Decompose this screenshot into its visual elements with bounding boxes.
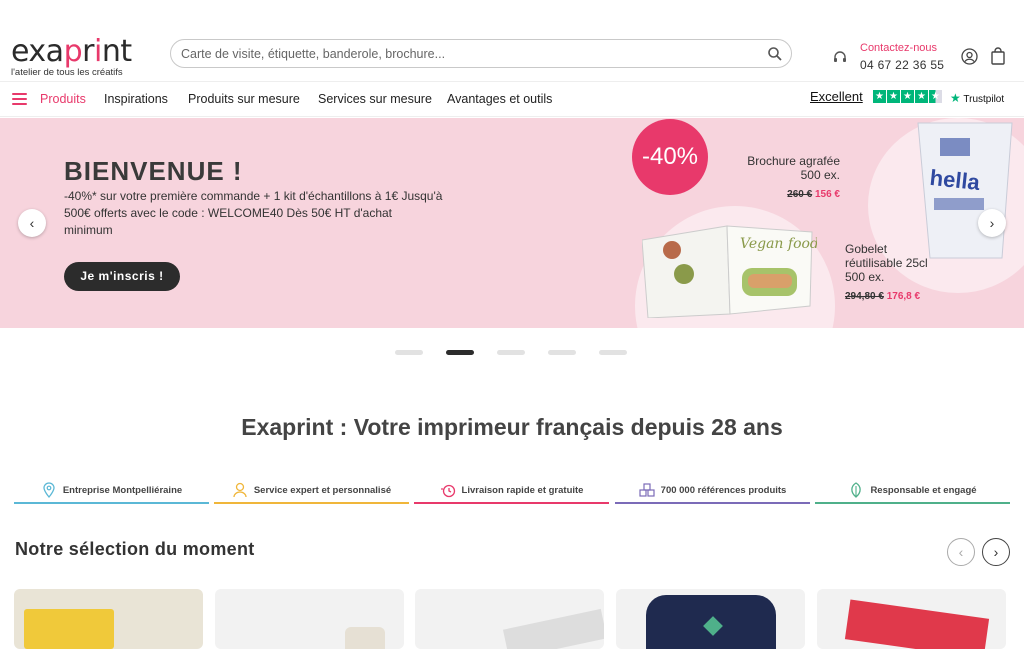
trustpilot-rating[interactable]: Excellent [810, 89, 863, 104]
fast-delivery-icon [440, 484, 455, 498]
search-bar[interactable] [170, 39, 792, 68]
trustpilot-logo[interactable]: ★ Trustpilot [950, 91, 1004, 105]
promo-cup-name: Gobelet réutilisable 25cl [845, 242, 928, 270]
selection-next-button[interactable]: › [982, 538, 1010, 566]
old-price: 294,80 € [845, 291, 884, 302]
promo-cup-qty: 500 ex. [845, 270, 885, 284]
star-icon: ★ [887, 90, 900, 103]
promo-brochure[interactable]: Brochure agrafée 500 ex. 260 € 156 € [746, 154, 840, 202]
nav-avantages-outils[interactable]: Avantages et outils [447, 92, 552, 106]
chevron-left-icon: ‹ [958, 544, 964, 560]
nav-produits-sur-mesure[interactable]: Produits sur mesure [188, 92, 300, 106]
promo-brochure-name: Brochure agrafée [747, 154, 840, 168]
search-input[interactable] [181, 46, 741, 61]
expert-user-icon [233, 482, 247, 498]
selection-title: Notre sélection du moment [15, 539, 255, 559]
headset-icon [834, 51, 846, 62]
brochure-image: Vegan food [642, 225, 817, 318]
carousel-dot[interactable] [395, 350, 423, 355]
feature-item[interactable]: Service expert et personnalisé [214, 478, 409, 504]
search-icon[interactable] [767, 46, 783, 62]
feature-item[interactable]: Entreprise Montpelliéraine [14, 478, 209, 504]
carousel-dot-active[interactable] [446, 350, 474, 355]
logo-tagline: l'atelier de tous les créatifs [11, 67, 123, 78]
product-card[interactable] [215, 589, 404, 649]
carousel-dot[interactable] [599, 350, 627, 355]
svg-text:Vegan food: Vegan food [740, 236, 817, 252]
hero-prev-button[interactable]: ‹ [18, 209, 46, 237]
discount-badge: -40% [632, 119, 708, 195]
carousel-dots [395, 350, 627, 355]
nav-inspirations[interactable]: Inspirations [104, 92, 168, 106]
product-image [24, 609, 114, 649]
feature-label: Entreprise Montpelliéraine [62, 484, 183, 496]
product-card[interactable] [14, 589, 203, 649]
svg-text:hella: hella [929, 165, 982, 195]
chevron-right-icon: › [993, 544, 999, 560]
promo-brochure-price: 260 € 156 € [746, 188, 840, 202]
feature-label: 700 000 références produits [660, 484, 787, 496]
feature-item[interactable]: Responsable et engagé [815, 478, 1010, 504]
logo-wordmark: exaprint [11, 34, 132, 69]
product-image [502, 608, 604, 649]
feature-label: Responsable et engagé [870, 484, 977, 496]
hero-banner[interactable]: BIENVENUE ! -40%* sur votre première com… [0, 118, 1024, 328]
signup-button[interactable]: Je m'inscris ! [64, 262, 180, 291]
hero-text: -40%* sur votre première commande + 1 ki… [64, 189, 443, 237]
cart-icon[interactable] [990, 47, 1006, 65]
section-title: Exaprint : Votre imprimeur français depu… [241, 414, 783, 440]
account-icon[interactable] [961, 48, 978, 65]
cubes-icon [639, 483, 655, 497]
feature-label: Livraison rapide et gratuite [461, 484, 584, 496]
star-icon: ★ [901, 90, 914, 103]
hero-title: BIENVENUE ! [64, 156, 243, 186]
product-image [844, 599, 990, 649]
contact-link[interactable]: Contactez-nous [860, 42, 937, 54]
chevron-right-icon: › [989, 215, 995, 231]
product-card[interactable] [616, 589, 805, 649]
trustpilot-stars: ★ ★ ★ ★ ★ [873, 90, 942, 103]
leaf-icon [851, 482, 862, 498]
contact-phone[interactable]: 04 67 22 36 55 [860, 58, 944, 72]
nav-services-sur-mesure[interactable]: Services sur mesure [318, 92, 432, 106]
new-price: 176,8 € [886, 291, 921, 302]
selection-prev-button[interactable]: ‹ [947, 538, 975, 566]
menu-burger-icon[interactable] [12, 93, 27, 105]
exaprint-logo[interactable]: exaprint l'atelier de tous les créatifs [11, 34, 141, 79]
product-image [345, 627, 385, 649]
promo-brochure-qty: 500 ex. [800, 168, 840, 182]
trustpilot-brand: Trustpilot [963, 94, 1005, 105]
carousel-dot[interactable] [497, 350, 525, 355]
features-bar: Entreprise Montpelliéraine Service exper… [14, 478, 1010, 504]
star-half-icon: ★ [929, 90, 942, 103]
hero-next-button[interactable]: › [978, 209, 1006, 237]
feature-label: Service expert et personnalisé [253, 484, 392, 496]
location-pin-icon [43, 482, 55, 498]
star-icon: ★ [915, 90, 928, 103]
nav-produits[interactable]: Produits [40, 92, 86, 106]
old-price: 260 € [787, 189, 813, 200]
promo-cup-price: 294,80 € 176,8 € [845, 290, 945, 304]
trustpilot-star-icon: ★ [950, 91, 961, 105]
product-card[interactable] [415, 589, 604, 649]
chevron-left-icon: ‹ [29, 215, 35, 231]
new-price: 156 € [814, 189, 840, 200]
star-icon: ★ [873, 90, 886, 103]
promo-cup[interactable]: Gobelet réutilisable 25cl 500 ex. 294,80… [845, 242, 945, 304]
carousel-dot[interactable] [548, 350, 576, 355]
feature-item[interactable]: 700 000 références produits [615, 478, 810, 504]
product-card[interactable] [817, 589, 1006, 649]
feature-item[interactable]: Livraison rapide et gratuite [414, 478, 609, 504]
